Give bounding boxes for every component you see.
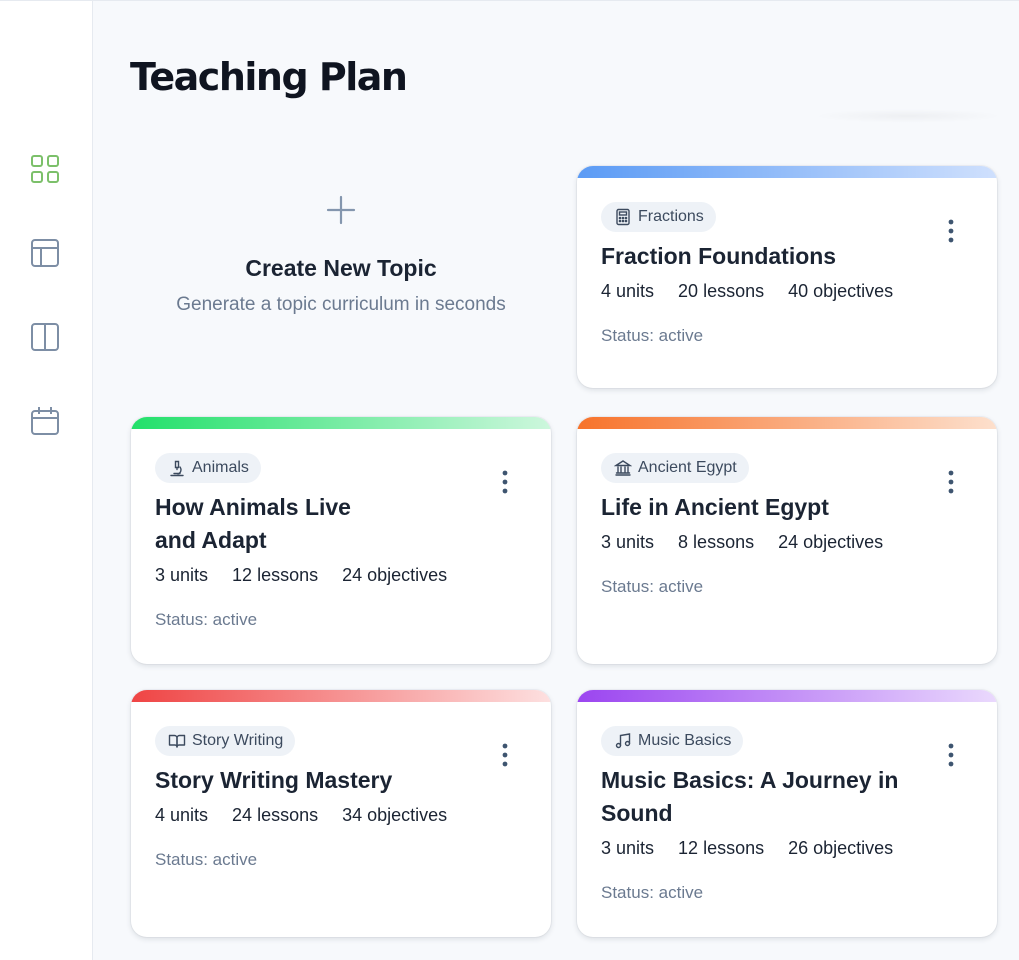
subject-chip-label: Animals	[192, 459, 249, 476]
card-accent-bar	[131, 690, 551, 702]
create-topic-title: Create New Topic	[245, 255, 437, 281]
more-vertical-icon	[502, 470, 508, 494]
status-label: Status: active	[155, 610, 258, 629]
status-label: Status: active	[601, 326, 704, 345]
units-count: 3 units	[155, 565, 209, 585]
more-vertical-icon	[502, 743, 508, 767]
units-count: 3 units	[601, 532, 655, 552]
lessons-count: 20 lessons	[678, 281, 765, 301]
app-root: Teaching Plan Create New Topic Generate …	[0, 0, 1019, 960]
card-menu-button[interactable]	[939, 467, 963, 497]
status-label: Status: active	[155, 850, 258, 869]
card-menu-button[interactable]	[939, 216, 963, 246]
card-accent-bar	[577, 166, 997, 178]
more-vertical-icon	[948, 470, 954, 494]
objectives-count: 24 objectives	[342, 565, 448, 585]
card-menu-button[interactable]	[939, 740, 963, 770]
card-stats: 4 units 20 lessons 40 objectives	[601, 281, 973, 302]
topic-card-animals[interactable]: Animals How Animals Live and Adapt 3 uni…	[131, 417, 551, 664]
subject-chip: Story Writing	[155, 726, 296, 756]
card-stats: 3 units 12 lessons 26 objectives	[601, 838, 973, 859]
card-title: Story Writing Mastery	[155, 767, 393, 793]
columns-icon	[31, 323, 59, 351]
card-accent-bar	[577, 690, 997, 702]
music-icon	[615, 733, 631, 749]
more-vertical-icon	[948, 219, 954, 243]
main-content: Teaching Plan Create New Topic Generate …	[93, 0, 1019, 960]
card-accent-bar	[131, 417, 551, 429]
objectives-count: 26 objectives	[788, 838, 894, 858]
create-topic-card[interactable]: Create New Topic Generate a topic curric…	[131, 166, 551, 388]
subject-chip: Fractions	[601, 202, 716, 232]
topic-card-ancient-egypt[interactable]: Ancient Egypt Life in Ancient Egypt 3 un…	[577, 417, 997, 664]
lessons-count: 8 lessons	[678, 532, 755, 552]
subject-chip-label: Fractions	[638, 208, 704, 225]
page-title: Teaching Plan	[130, 55, 408, 99]
subject-chip: Animals	[155, 453, 261, 483]
card-stats: 4 units 24 lessons 34 objectives	[155, 805, 527, 826]
lessons-count: 12 lessons	[678, 838, 765, 858]
calendar-icon	[31, 407, 59, 435]
lessons-count: 24 lessons	[232, 805, 319, 825]
card-menu-button[interactable]	[493, 467, 517, 497]
units-count: 4 units	[601, 281, 655, 301]
objectives-count: 40 objectives	[788, 281, 894, 301]
units-count: 3 units	[601, 838, 655, 858]
topic-card-fractions[interactable]: Fractions Fraction Foundations 4 units 2…	[577, 166, 997, 388]
layout-icon	[31, 239, 59, 267]
objectives-count: 34 objectives	[342, 805, 448, 825]
card-accent-bar	[577, 417, 997, 429]
microscope-icon	[170, 460, 184, 477]
card-stats: 3 units 12 lessons 24 objectives	[155, 565, 527, 586]
status-label: Status: active	[601, 577, 704, 596]
header-shadow	[813, 109, 1003, 123]
subject-chip: Ancient Egypt	[601, 453, 749, 483]
grid-icon	[31, 155, 59, 183]
sidebar	[0, 0, 93, 960]
lessons-count: 12 lessons	[232, 565, 319, 585]
sidebar-item-columns[interactable]	[28, 320, 62, 354]
subject-chip-label: Music Basics	[638, 732, 732, 749]
sidebar-item-layout[interactable]	[28, 236, 62, 270]
card-title: Music Basics: A Journey in Sound	[601, 767, 899, 826]
card-title: How Animals Live and Adapt	[155, 494, 351, 553]
topic-card-music-basics[interactable]: Music Basics Music Basics: A Journey in …	[577, 690, 997, 937]
objectives-count: 24 objectives	[778, 532, 884, 552]
calculator-icon	[616, 208, 630, 226]
create-topic-subtitle: Generate a topic curriculum in seconds	[176, 294, 506, 315]
book-icon	[168, 734, 186, 748]
status-label: Status: active	[601, 883, 704, 902]
plus-icon	[326, 195, 356, 225]
card-menu-button[interactable]	[493, 740, 517, 770]
subject-chip-label: Ancient Egypt	[638, 459, 737, 476]
card-title: Life in Ancient Egypt	[601, 494, 829, 520]
more-vertical-icon	[948, 743, 954, 767]
topic-card-story-writing[interactable]: Story Writing Story Writing Mastery 4 un…	[131, 690, 551, 937]
sidebar-item-dashboard[interactable]	[28, 152, 62, 186]
sidebar-item-calendar[interactable]	[28, 404, 62, 438]
card-title: Fraction Foundations	[601, 243, 837, 269]
subject-chip-label: Story Writing	[192, 732, 284, 749]
landmark-icon	[614, 460, 632, 476]
subject-chip: Music Basics	[601, 726, 744, 756]
card-stats: 3 units 8 lessons 24 objectives	[601, 532, 973, 553]
units-count: 4 units	[155, 805, 209, 825]
